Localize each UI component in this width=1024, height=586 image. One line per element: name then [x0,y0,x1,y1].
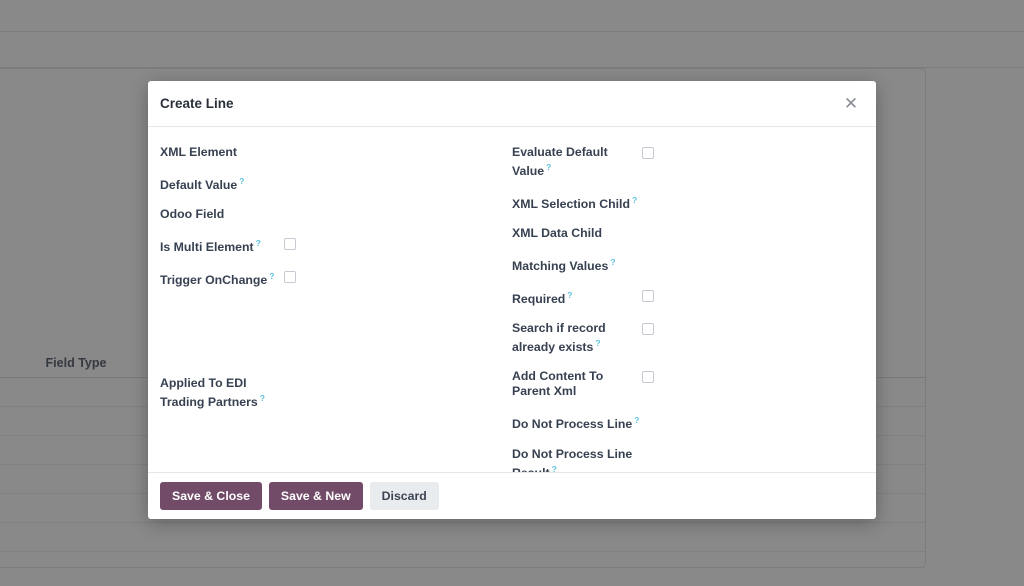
field-search-if-record-already-exists: Search if record already exists? [512,320,854,355]
label-text: XML Selection Child [512,197,630,212]
checkbox-evaluate-default-value[interactable] [642,147,654,159]
help-icon[interactable]: ? [595,338,600,348]
checkbox-add-content-to-parent-xml[interactable] [642,371,654,384]
field-required: Required? [512,287,854,307]
field-label: Required? [512,287,642,307]
help-icon[interactable]: ? [567,290,572,300]
field-input-odoo-field[interactable] [284,206,502,221]
label-text: Applied To EDI Trading Partners [160,376,258,410]
create-line-dialog: Create Line ✕ XML Element Default Value?… [148,81,876,519]
save-and-close-button[interactable]: Save & Close [160,482,262,510]
field-value-wrap [642,144,854,159]
dialog-body: XML Element Default Value? Odoo Field Is… [148,127,876,472]
help-icon[interactable]: ? [239,176,244,186]
field-applied-to-edi-trading-partners: Applied To EDI Trading Partners? [160,375,502,410]
field-default-value: Default Value? [160,173,502,193]
field-trigger-onchange: Trigger OnChange? [160,268,502,288]
field-input-do-not-process-line-result[interactable] [642,446,854,461]
field-input-xml-data-child[interactable] [642,225,854,240]
field-xml-selection-child: XML Selection Child? [512,192,854,212]
field-label: Evaluate Default Value? [512,144,642,179]
field-label: Default Value? [160,173,284,193]
dialog-header: Create Line ✕ [148,81,876,127]
field-label: Matching Values? [512,254,642,274]
field-label: Is Multi Element? [160,235,284,255]
help-icon[interactable]: ? [260,393,265,403]
field-value-wrap [284,235,502,251]
help-icon[interactable]: ? [546,162,551,172]
field-is-multi-element: Is Multi Element? [160,235,502,255]
dialog-title: Create Line [160,96,234,111]
field-xml-element: XML Element [160,144,502,160]
label-text: Search if record already exists [512,321,606,355]
field-label: Add Content To Parent Xml [512,368,642,399]
field-label: Odoo Field [160,206,284,222]
field-input-do-not-process-line[interactable] [642,412,854,427]
help-icon[interactable]: ? [632,195,637,205]
field-label: Do Not Process Line? [512,412,642,432]
label-text: Default Value [160,178,238,193]
label-text: Required [512,292,566,307]
field-label: Search if record already exists? [512,320,642,355]
field-input-matching-values[interactable] [642,254,854,269]
field-xml-data-child: XML Data Child [512,225,854,241]
field-label: Do Not Process Line Result? [512,446,642,472]
field-input-xml-selection-child[interactable] [642,192,854,207]
field-label: XML Element [160,144,284,160]
field-value-wrap [284,268,502,284]
label-text: Odoo Field [160,207,225,222]
field-odoo-field: Odoo Field [160,206,502,222]
checkbox-is-multi-element[interactable] [284,238,296,251]
field-input-xml-element[interactable] [284,144,502,159]
label-text: Do Not Process Line Result [512,446,633,472]
label-text: XML Element [160,145,237,159]
left-column-spacer [160,301,502,375]
field-label: Trigger OnChange? [160,268,284,288]
field-do-not-process-line-result: Do Not Process Line Result? [512,446,854,472]
form-column-right: Evaluate Default Value? XML Selection Ch… [512,144,864,472]
label-text: Matching Values [512,259,609,274]
field-value-wrap [642,287,854,303]
field-input-default-value[interactable] [284,173,502,188]
label-text: Do Not Process Line [512,417,633,432]
help-icon[interactable]: ? [634,415,639,425]
checkbox-trigger-onchange[interactable] [284,271,296,284]
help-icon[interactable]: ? [269,271,274,281]
field-add-content-to-parent-xml: Add Content To Parent Xml [512,368,854,399]
field-evaluate-default-value: Evaluate Default Value? [512,144,854,179]
close-icon[interactable]: ✕ [840,93,862,115]
label-text: XML Data Child [512,226,602,241]
help-icon[interactable]: ? [610,257,615,267]
field-label: XML Selection Child? [512,192,642,212]
field-do-not-process-line: Do Not Process Line? [512,412,854,432]
field-matching-values: Matching Values? [512,254,854,274]
label-text: Is Multi Element [160,240,254,255]
label-text: Evaluate Default Value [512,145,608,179]
checkbox-required[interactable] [642,290,654,303]
field-value-wrap [642,320,854,336]
label-text: Trigger OnChange [160,273,268,288]
field-label: XML Data Child [512,225,642,241]
field-input-applied-to-edi-trading-partners[interactable] [284,375,502,390]
discard-button[interactable]: Discard [369,482,439,510]
help-icon[interactable]: ? [256,238,261,248]
field-value-wrap [642,368,854,384]
checkbox-search-if-record-already-exists[interactable] [642,323,654,336]
help-icon[interactable]: ? [552,464,557,472]
save-and-new-button[interactable]: Save & New [268,482,363,510]
dialog-footer: Save & Close Save & New Discard [148,472,876,519]
form-column-left: XML Element Default Value? Odoo Field Is… [160,144,512,472]
label-text: Add Content To Parent Xml [512,369,604,399]
field-label: Applied To EDI Trading Partners? [160,375,284,410]
